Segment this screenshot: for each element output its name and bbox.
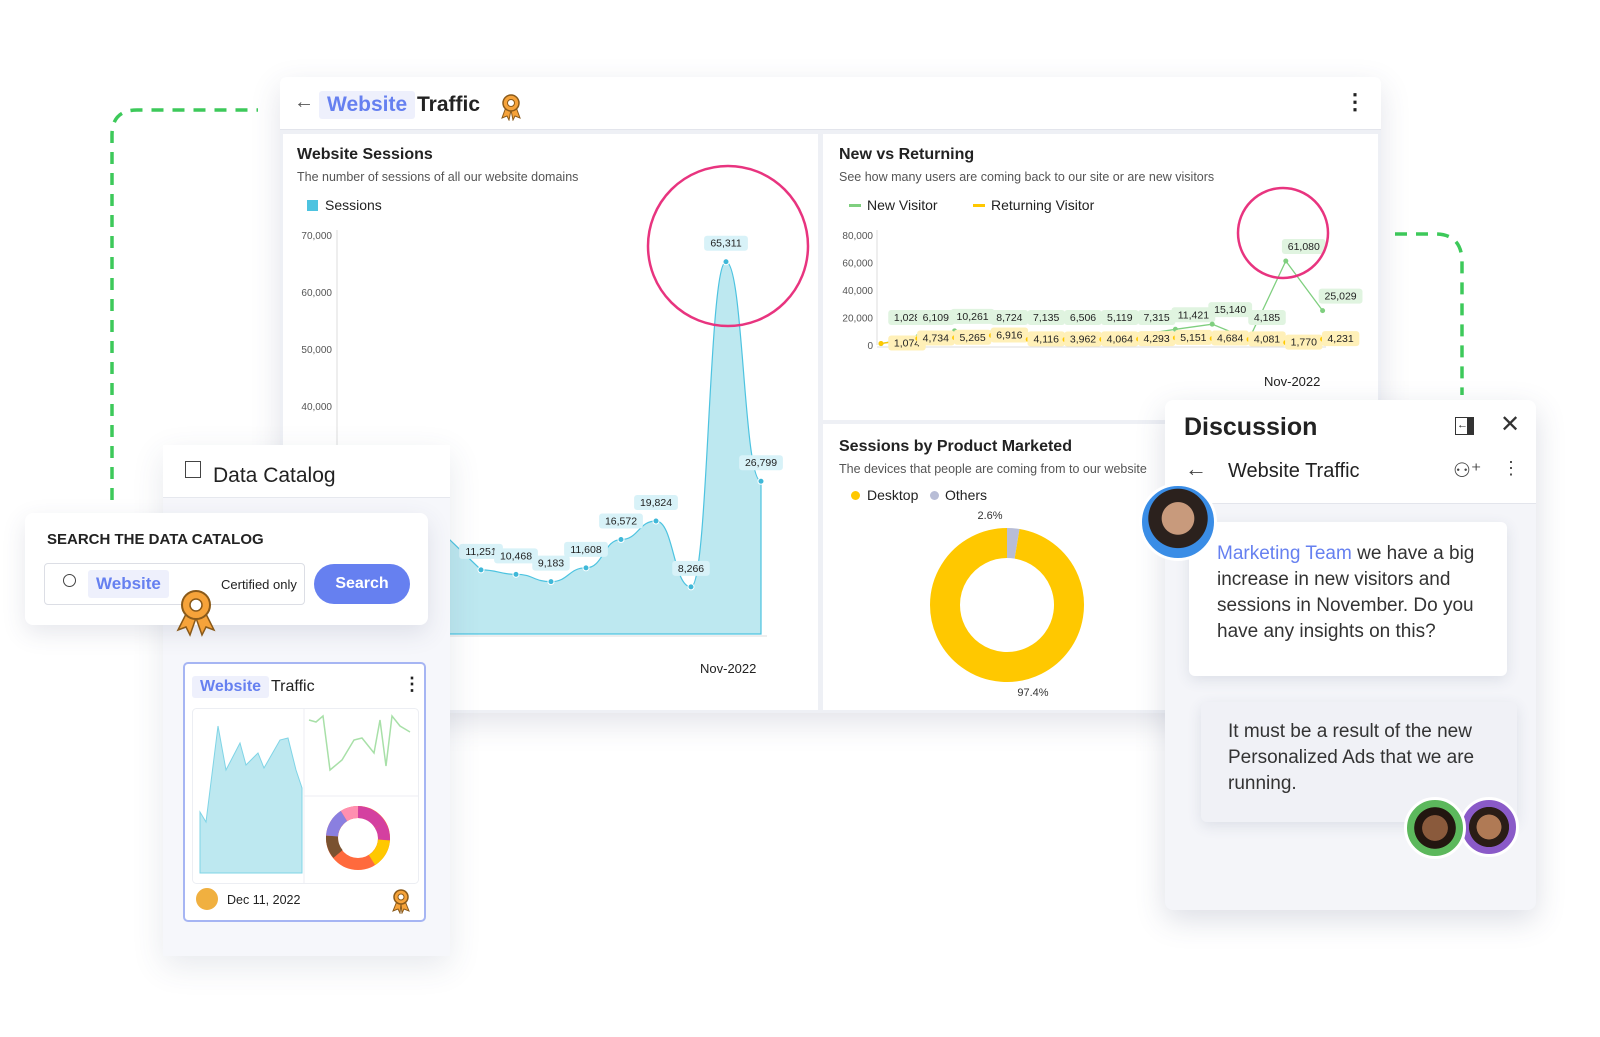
data-point (1320, 308, 1326, 314)
y-tick-label: 40,000 (842, 286, 873, 297)
highlight-circle (1236, 186, 1330, 280)
data-point (477, 566, 485, 574)
data-label: 15,140 (1214, 304, 1246, 316)
data-label: 4,116 (1033, 333, 1059, 345)
slice-label: 2.6% (977, 510, 1002, 522)
data-label: 7,315 (1143, 312, 1169, 324)
message-bubble: Marketing Team we have a big increase in… (1189, 522, 1507, 676)
close-icon[interactable]: ✕ (1500, 410, 1520, 439)
data-label: 10,261 (957, 311, 989, 323)
data-point (687, 583, 695, 591)
data-point (1209, 321, 1215, 327)
data-point (652, 517, 660, 525)
certified-badge-icon (176, 590, 216, 637)
user-avatar (1139, 483, 1217, 561)
data-label: 4,185 (1254, 312, 1280, 324)
data-point (512, 570, 520, 578)
data-point (547, 578, 555, 586)
search-token: Website (88, 570, 169, 598)
data-label: 6,506 (1070, 312, 1096, 324)
y-tick-label: 40,000 (301, 402, 332, 413)
search-catalog-card: SEARCH THE DATA CATALOG Website Certifie… (25, 513, 428, 625)
more-options-icon[interactable]: ⋮ (1502, 458, 1520, 479)
data-point (582, 564, 590, 572)
user-avatar (1404, 797, 1466, 859)
search-button[interactable]: Search (314, 564, 410, 604)
data-catalog-header: Data Catalog (163, 445, 450, 498)
data-label: 4,231 (1327, 333, 1353, 345)
data-point (1283, 258, 1289, 264)
mention-link[interactable]: Marketing Team (1217, 543, 1352, 564)
discussion-header: Discussion ← ✕ ← Website Traffic ⚇⁺ ⋮ (1165, 400, 1536, 504)
data-point (722, 258, 730, 266)
y-tick-label: 60,000 (842, 259, 873, 270)
data-label: 11,251 (465, 546, 496, 558)
user-avatar (1459, 797, 1519, 857)
data-point (617, 536, 625, 544)
back-arrow-icon[interactable]: ← (1185, 456, 1207, 482)
data-label: 11,421 (1178, 309, 1209, 321)
data-label: 5,151 (1180, 332, 1206, 344)
catalog-icon (185, 461, 201, 478)
data-label: 8,724 (996, 312, 1022, 324)
certified-badge-icon (392, 889, 410, 914)
data-label: 11,608 (570, 544, 601, 556)
data-label: 6,916 (996, 329, 1022, 341)
data-label: 4,293 (1143, 333, 1169, 345)
collapse-panel-icon[interactable]: ← (1455, 417, 1474, 435)
catalog-tile-website-traffic[interactable]: Website Traffic ⋮ Dec 11, 2022 (183, 662, 426, 922)
donut-slice-others (1006, 528, 1020, 559)
data-label: 65,311 (710, 238, 741, 250)
author-avatar (195, 887, 219, 911)
y-tick-label: 20,000 (842, 314, 873, 325)
data-label: 7,135 (1033, 312, 1059, 324)
search-icon (63, 574, 76, 587)
tile-date: Dec 11, 2022 (227, 893, 301, 907)
search-heading: SEARCH THE DATA CATALOG (47, 531, 264, 548)
data-label: 10,468 (500, 550, 532, 562)
data-label: 16,572 (605, 516, 637, 528)
tile-thumbnail (192, 708, 419, 884)
data-label: 19,824 (640, 497, 672, 509)
data-label: 4,064 (1107, 333, 1133, 345)
data-label: 25,029 (1325, 291, 1357, 303)
donut-slice-desktop (930, 528, 1084, 682)
certified-only-filter[interactable]: Certified only (221, 577, 297, 592)
data-point (878, 341, 884, 347)
data-label: 4,734 (923, 332, 949, 344)
y-tick-label: 70,000 (301, 231, 332, 242)
message-text: It must be a result of the new Personali… (1228, 721, 1475, 794)
data-label: 3,962 (1070, 334, 1096, 346)
y-tick-label: 60,000 (301, 288, 332, 299)
catalog-title: Data Catalog (213, 464, 336, 487)
data-point (757, 477, 765, 485)
data-label: 1,028 (894, 312, 920, 324)
tile-more-icon[interactable]: ⋮ (403, 674, 421, 695)
data-label: 4,684 (1217, 333, 1243, 345)
tile-title-highlight: Website (192, 676, 270, 698)
data-label: 5,119 (1107, 312, 1133, 324)
y-tick-label: 80,000 (842, 231, 873, 242)
data-label: 8,266 (678, 563, 704, 575)
discussion-title: Discussion (1184, 413, 1318, 441)
data-label: 9,183 (538, 558, 564, 570)
add-user-icon[interactable]: ⚇⁺ (1453, 458, 1482, 483)
data-label: 5,265 (959, 332, 985, 344)
data-label: 6,109 (923, 312, 949, 324)
data-label: 4,081 (1254, 333, 1280, 345)
discussion-subtitle: Website Traffic (1228, 460, 1360, 482)
data-label: 61,080 (1288, 241, 1320, 253)
slice-label: 97.4% (1017, 687, 1048, 699)
y-tick-label: 50,000 (301, 345, 332, 356)
data-label: 26,799 (745, 457, 777, 469)
data-label: 1,770 (1291, 337, 1317, 349)
y-tick-label: 0 (867, 341, 873, 352)
tile-title-rest: Traffic (271, 678, 315, 695)
